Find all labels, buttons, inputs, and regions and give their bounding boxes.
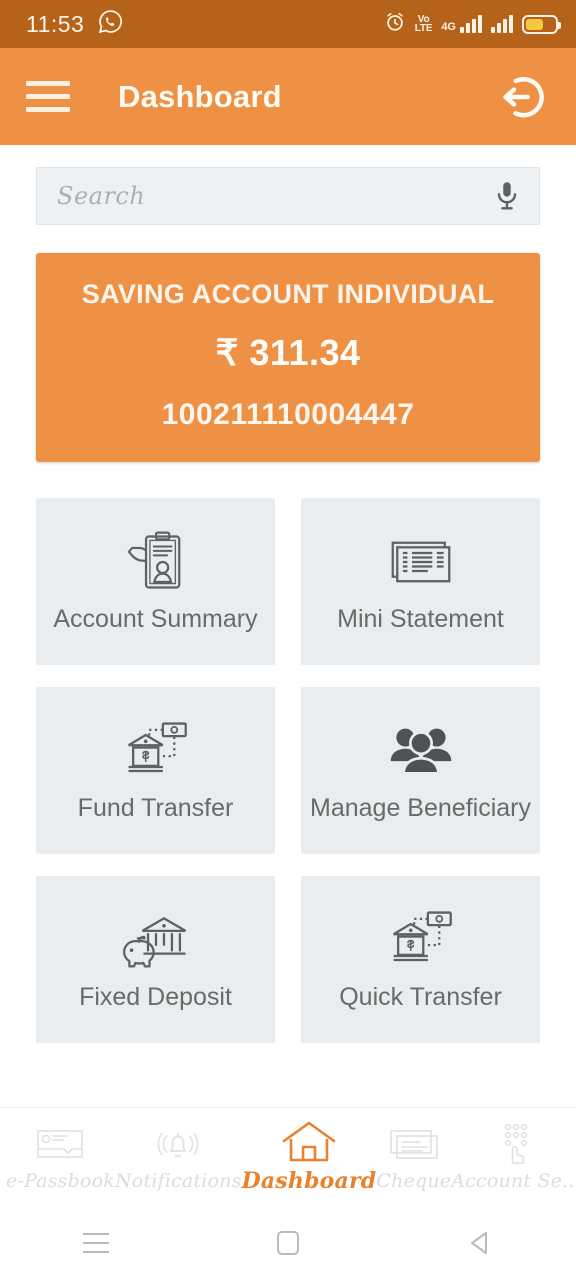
- recents-icon[interactable]: [57, 1218, 135, 1268]
- bell-icon: [154, 1122, 202, 1166]
- menu-grid: Account Summary Mini Statement Fund Tran…: [36, 498, 540, 1043]
- bottom-navigation: e-Passbook Notifications Dashboard Chequ…: [0, 1107, 576, 1205]
- tile-label: Fixed Deposit: [79, 982, 232, 1011]
- tile-account-summary[interactable]: Account Summary: [36, 498, 275, 665]
- nav-label: e-Passbook: [6, 1169, 115, 1192]
- nav-item-e-passbook[interactable]: e-Passbook: [6, 1122, 115, 1192]
- app-bar: Dashboard: [0, 48, 576, 145]
- tile-label: Manage Beneficiary: [310, 793, 531, 822]
- bank-money-transfer-icon: [124, 719, 188, 783]
- android-navigation-bar: [0, 1205, 576, 1280]
- account-balance: ₹ 311.34: [215, 332, 361, 373]
- tile-manage-beneficiary[interactable]: Manage Beneficiary: [301, 687, 540, 854]
- status-bar-left: 11:53: [26, 9, 123, 39]
- bank-money-transfer-icon: [389, 908, 453, 972]
- statement-documents-icon: [388, 530, 454, 594]
- account-card[interactable]: SAVING ACCOUNT INDIVIDUAL ₹ 311.34 10021…: [36, 253, 540, 462]
- home-icon: [280, 1120, 338, 1164]
- hamburger-menu-icon[interactable]: [26, 81, 70, 112]
- alarm-icon: [384, 11, 406, 38]
- nav-item-account-services[interactable]: Account Se...: [451, 1122, 576, 1192]
- status-bar: 11:53 Vo LTE 4G: [0, 0, 576, 48]
- volte-icon: Vo LTE: [414, 14, 433, 34]
- nav-item-notifications[interactable]: Notifications: [115, 1122, 242, 1192]
- battery-icon: [522, 14, 561, 34]
- nav-label: Account Se...: [451, 1169, 576, 1192]
- account-number: 100211110004447: [161, 398, 415, 431]
- nav-item-cheque[interactable]: Cheque: [376, 1122, 451, 1192]
- nav-label: Cheque: [376, 1169, 452, 1192]
- search-input[interactable]: [57, 182, 489, 210]
- clipboard-profile-icon: [126, 530, 186, 594]
- logout-icon[interactable]: [494, 69, 550, 125]
- tile-label: Account Summary: [53, 604, 258, 633]
- tile-mini-statement[interactable]: Mini Statement: [301, 498, 540, 665]
- people-group-icon: [388, 719, 454, 783]
- status-bar-right: Vo LTE 4G: [384, 11, 561, 38]
- passbook-icon: [35, 1122, 85, 1166]
- phone-screen: 11:53 Vo LTE 4G Dashboard Search SAVING …: [0, 0, 576, 1280]
- tile-label: Quick Transfer: [339, 982, 502, 1011]
- tile-label: Fund Transfer: [77, 793, 234, 822]
- account-type-label: SAVING ACCOUNT INDIVIDUAL: [81, 279, 495, 309]
- nav-item-dashboard[interactable]: Dashboard: [242, 1120, 377, 1194]
- signal-bars-secondary: [491, 15, 513, 33]
- home-square-icon[interactable]: [249, 1218, 327, 1268]
- nav-label: Dashboard: [241, 1167, 377, 1194]
- whatsapp-icon: [98, 9, 123, 39]
- status-time: 11:53: [26, 10, 85, 37]
- tile-fixed-deposit[interactable]: Fixed Deposit: [36, 876, 275, 1043]
- tile-fund-transfer[interactable]: Fund Transfer: [36, 687, 275, 854]
- tile-label: Mini Statement: [337, 604, 504, 633]
- tile-quick-transfer[interactable]: Quick Transfer: [301, 876, 540, 1043]
- back-triangle-icon[interactable]: [441, 1218, 519, 1268]
- search-bar[interactable]: [36, 167, 540, 225]
- main-content: SAVING ACCOUNT INDIVIDUAL ₹ 311.34 10021…: [0, 145, 576, 1107]
- nav-label: Notifications: [114, 1169, 242, 1192]
- cheque-icon: [389, 1122, 439, 1166]
- microphone-icon[interactable]: [489, 176, 525, 216]
- volte-line-2: LTE: [414, 23, 433, 34]
- network-type-label: 4G: [441, 21, 456, 33]
- page-title: Dashboard: [118, 78, 282, 114]
- keypad-tap-icon: [496, 1122, 536, 1166]
- signal-primary-icon: 4G: [441, 15, 482, 33]
- signal-bars-primary: [460, 15, 482, 33]
- piggy-bank-icon: [122, 908, 189, 972]
